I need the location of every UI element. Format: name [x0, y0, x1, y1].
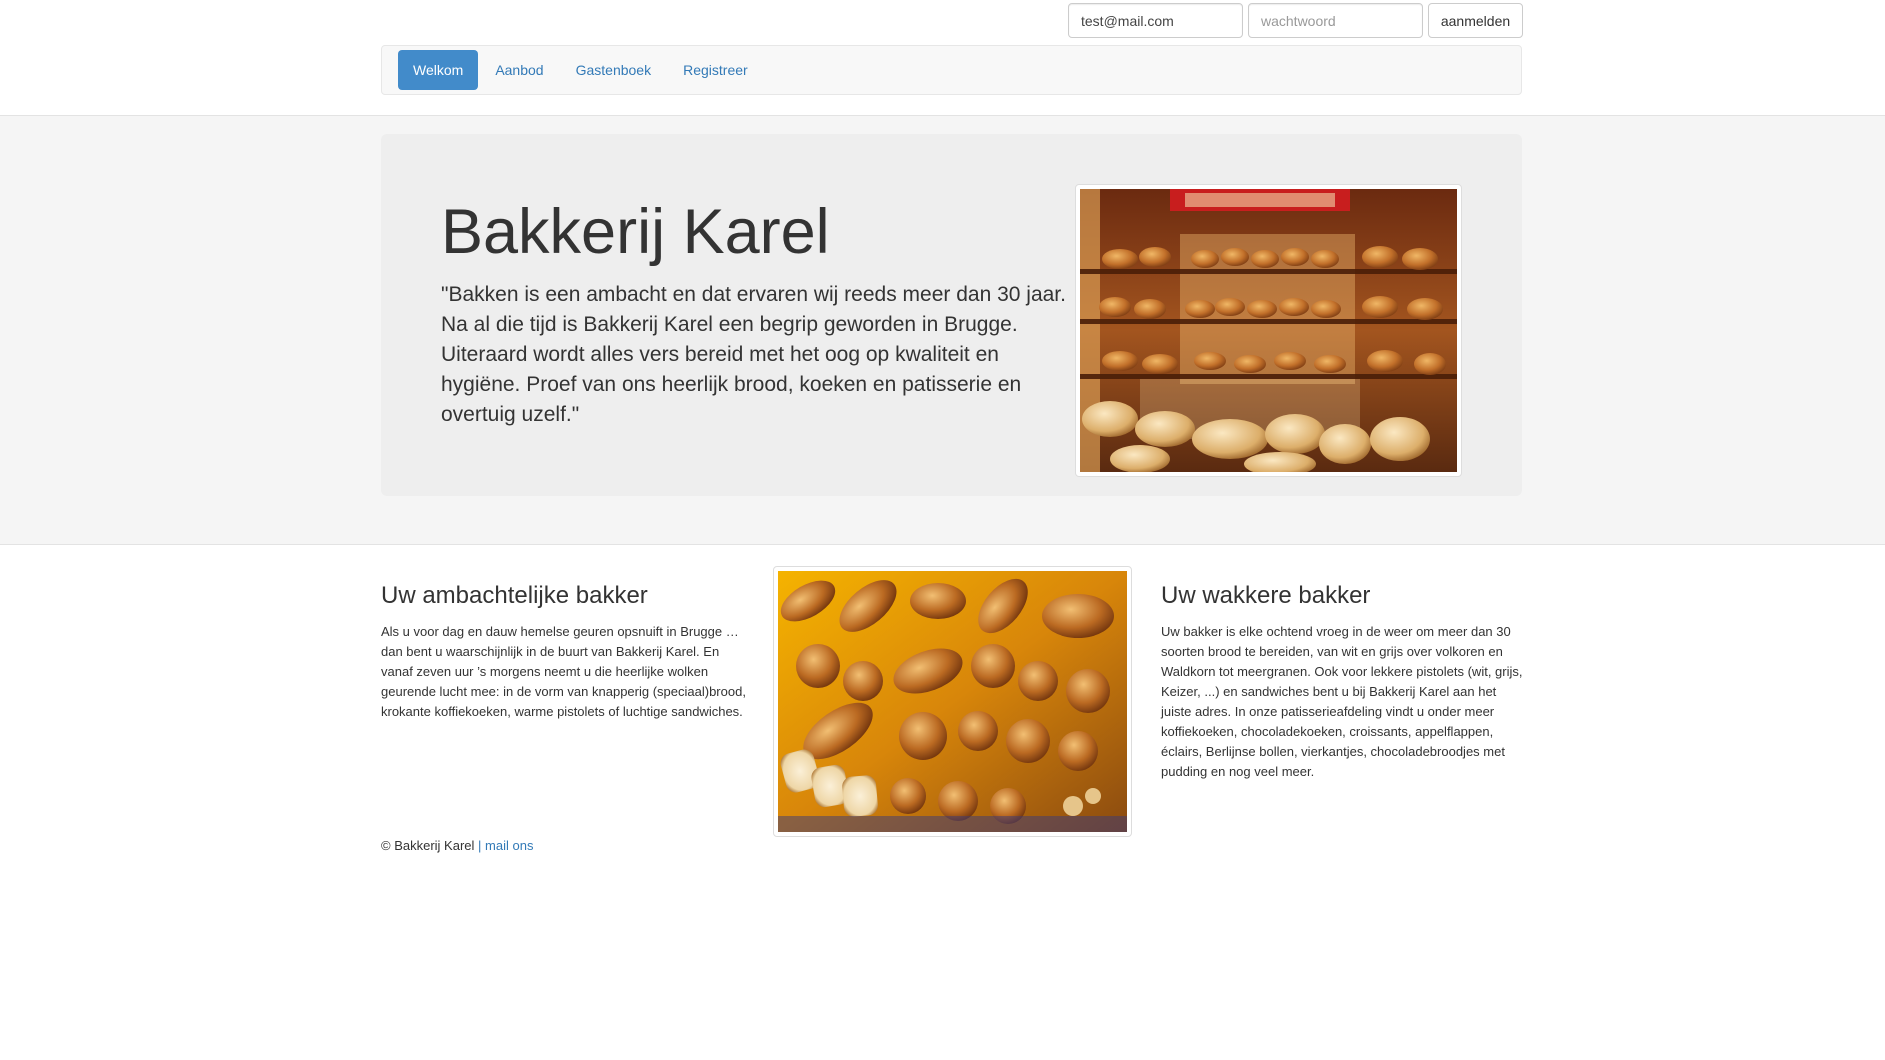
nav-item-welkom[interactable]: Welkom [398, 50, 479, 90]
main-navbar: Welkom Aanbod Gastenboek Registreer [381, 45, 1522, 95]
hero-quote: "Bakken is een ambacht en dat ervaren wi… [441, 283, 1066, 426]
footer: © Bakkerij Karel | mail ons [381, 838, 533, 853]
nav-item-gastenboek[interactable]: Gastenboek [561, 50, 667, 90]
mail-link[interactable]: mail ons [485, 838, 533, 853]
bread-assortment-image [773, 566, 1132, 837]
login-button[interactable]: aanmelden [1428, 3, 1523, 38]
section-text-wakker: Uw bakker is elke ochtend vroeg in de we… [1161, 624, 1523, 779]
nav-item-aanbod[interactable]: Aanbod [480, 50, 558, 90]
footer-copyright: © Bakkerij Karel [381, 838, 475, 853]
nav-item-registreer[interactable]: Registreer [668, 50, 763, 90]
email-field[interactable] [1068, 3, 1243, 38]
footer-separator: | [478, 838, 482, 853]
login-bar: aanmelden [1068, 3, 1523, 38]
section-text-ambachtelijk: Als u voor dag en dauw hemelse geuren op… [381, 624, 746, 719]
section-title-ambachtelijk: Uw ambachtelijke bakker [381, 582, 648, 609]
section-title-wakker: Uw wakkere bakker [1161, 582, 1371, 609]
page-title: Bakkerij Karel [441, 197, 830, 267]
bakery-shop-image [1075, 184, 1462, 477]
password-field[interactable] [1248, 3, 1423, 38]
